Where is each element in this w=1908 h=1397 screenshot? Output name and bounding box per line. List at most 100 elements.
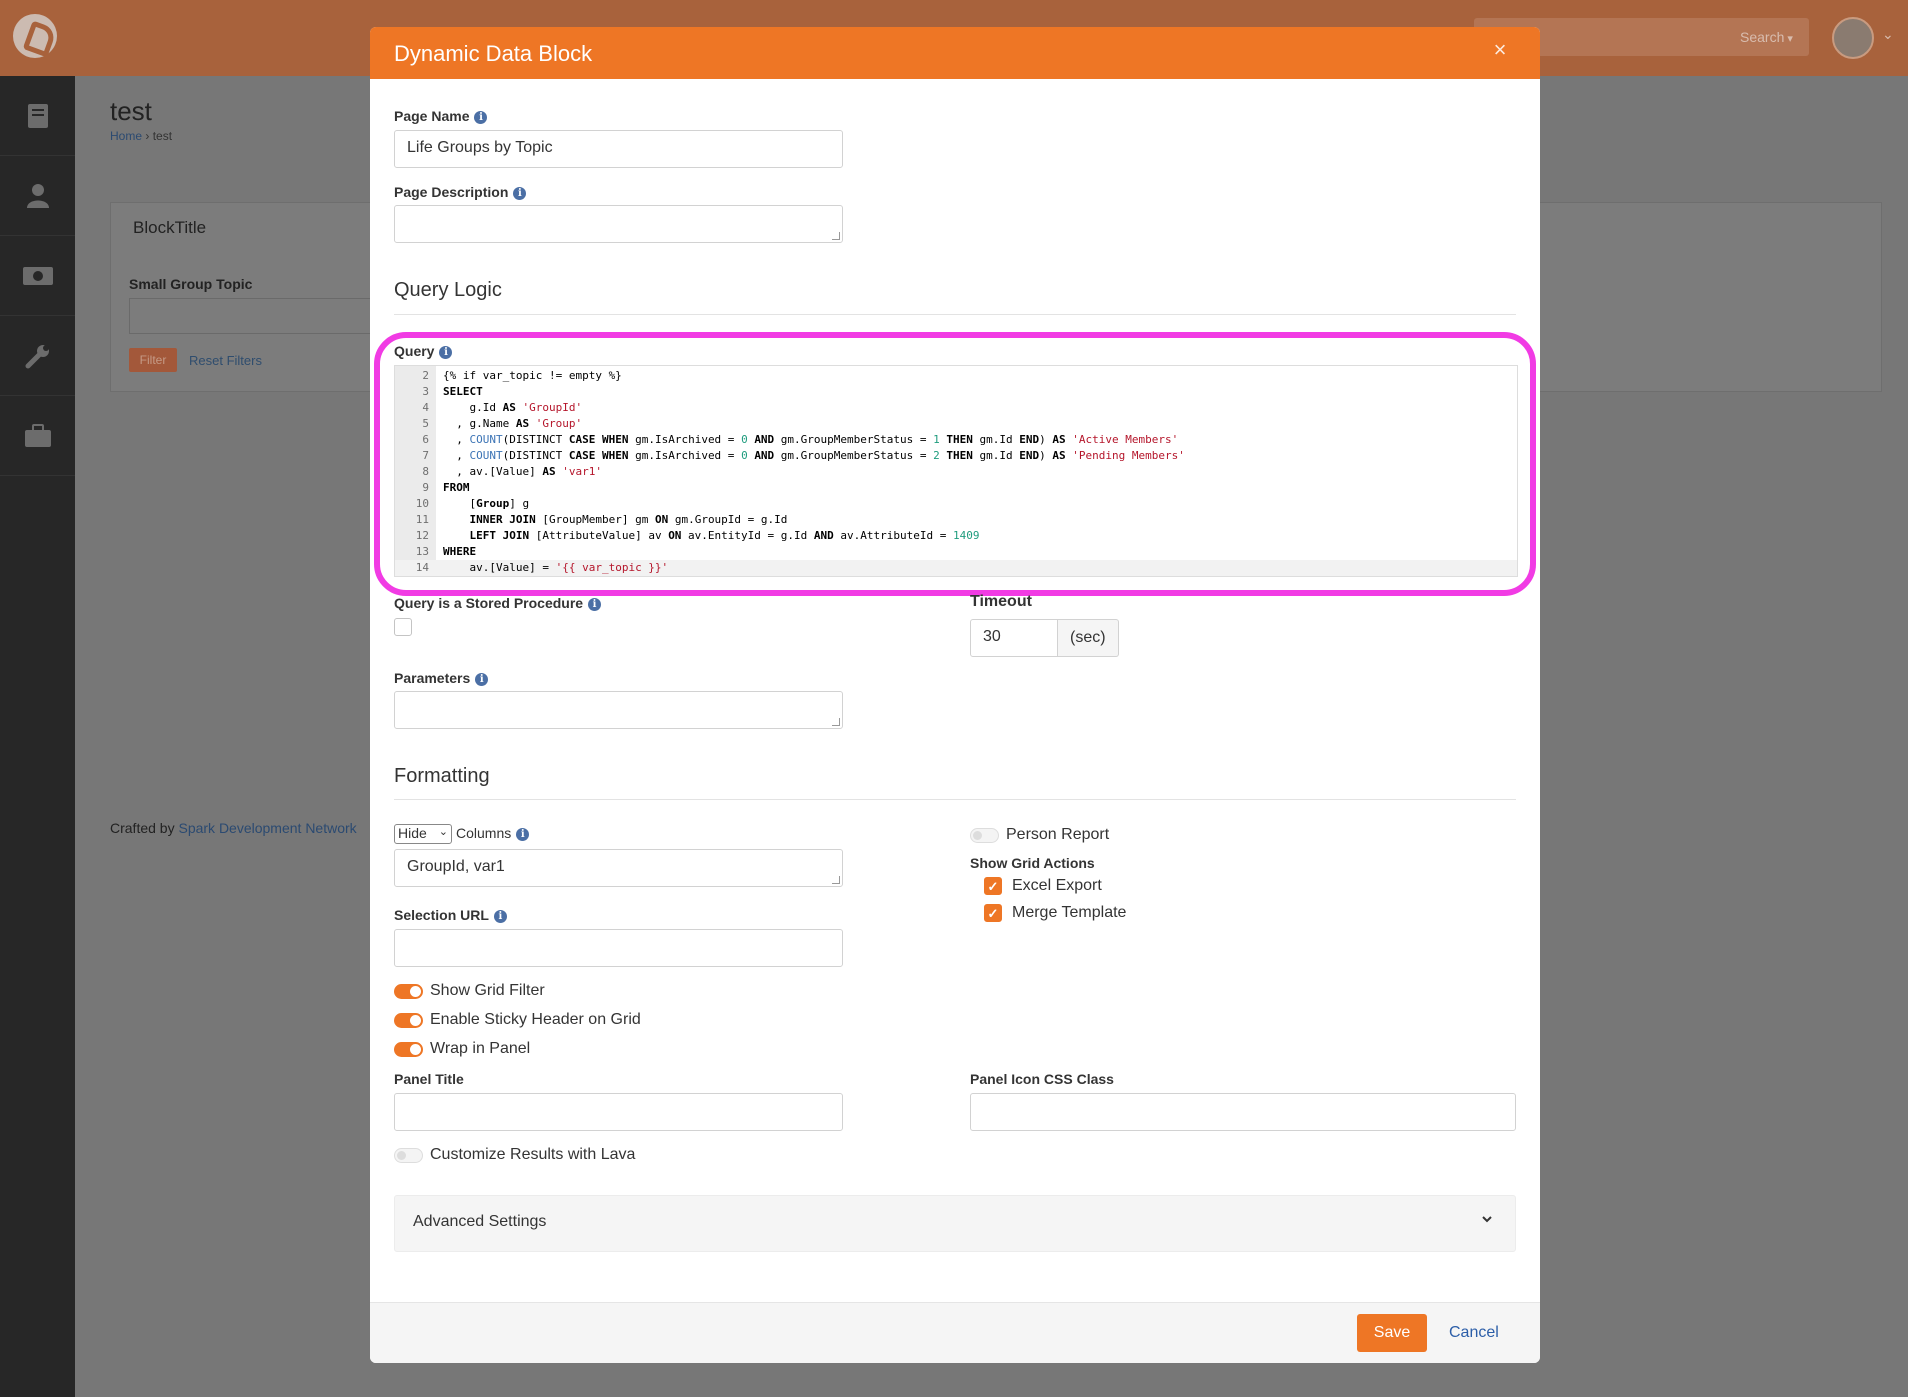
code-line[interactable]: 13 WHERE xyxy=(395,544,1517,560)
code-text[interactable]: LEFT JOIN [AttributeValue] av ON av.Enti… xyxy=(443,529,980,542)
code-text[interactable]: g.Id AS 'GroupId' xyxy=(443,401,582,414)
person-report-toggle[interactable] xyxy=(970,828,999,843)
filter-button[interactable]: Filter xyxy=(129,348,177,372)
book-icon[interactable] xyxy=(0,76,75,156)
info-icon[interactable]: i xyxy=(475,673,489,686)
divider xyxy=(394,314,1516,315)
line-number: 4 xyxy=(422,401,429,414)
show-grid-filter-toggle[interactable] xyxy=(394,984,423,999)
search-label[interactable]: Search xyxy=(1740,29,1793,45)
advanced-settings-panel[interactable]: Advanced Settings xyxy=(394,1195,1516,1252)
code-text[interactable]: av.[Value] = '{{ var_topic }}' xyxy=(443,561,668,574)
divider xyxy=(394,799,1516,800)
code-line[interactable]: 10 [Group] g xyxy=(395,496,1517,512)
wrench-icon[interactable] xyxy=(0,316,75,396)
code-line[interactable]: 11 INNER JOIN [GroupMember] gm ON gm.Gro… xyxy=(395,512,1517,528)
code-text[interactable]: SELECT xyxy=(443,385,483,398)
code-line[interactable]: 12 LEFT JOIN [AttributeValue] av ON av.E… xyxy=(395,528,1517,544)
page-title: test xyxy=(110,96,152,126)
stored-procedure-checkbox[interactable] xyxy=(394,618,412,636)
line-number: 7 xyxy=(422,449,429,462)
code-line[interactable]: 6 , COUNT(DISTINCT CASE WHEN gm.IsArchiv… xyxy=(395,432,1517,448)
merge-template-checkbox[interactable]: ✓ xyxy=(984,904,1002,922)
code-text[interactable]: {% if var_topic != empty %} xyxy=(443,369,622,382)
panel-icon-input[interactable] xyxy=(970,1093,1516,1131)
parameters-textarea[interactable] xyxy=(394,691,843,729)
code-text[interactable]: , COUNT(DISTINCT CASE WHEN gm.IsArchived… xyxy=(443,433,1178,446)
show-grid-filter-label: Show Grid Filter xyxy=(430,982,545,999)
wrap-in-panel-label: Wrap in Panel xyxy=(430,1040,531,1057)
close-icon[interactable]: × xyxy=(1490,39,1510,61)
timeout-input-group: 30 (sec) xyxy=(970,619,1119,657)
code-line[interactable]: 3 SELECT xyxy=(395,384,1517,400)
columns-textarea[interactable]: GroupId, var1 xyxy=(394,849,843,887)
formatting-heading: Formatting xyxy=(394,765,490,787)
stored-procedure-label: Query is a Stored Procedure i xyxy=(394,595,602,611)
info-icon[interactable]: i xyxy=(493,910,507,923)
person-report-label: Person Report xyxy=(1006,826,1110,843)
cancel-button[interactable]: Cancel xyxy=(1449,1324,1499,1342)
code-line[interactable]: 7 , COUNT(DISTINCT CASE WHEN gm.IsArchiv… xyxy=(395,448,1517,464)
rock-logo-icon[interactable] xyxy=(13,14,57,58)
breadcrumb-current: test xyxy=(152,129,173,143)
sticky-header-toggle[interactable] xyxy=(394,1013,423,1028)
briefcase-icon[interactable] xyxy=(0,396,75,476)
excel-export-label: Excel Export xyxy=(1012,877,1102,894)
code-line[interactable]: 5 , g.Name AS 'Group' xyxy=(395,416,1517,432)
code-text[interactable]: , av.[Value] AS 'var1' xyxy=(443,465,602,478)
breadcrumb-home[interactable]: Home xyxy=(110,129,142,143)
panel-title: BlockTitle xyxy=(133,218,207,237)
code-line[interactable]: 4 g.Id AS 'GroupId' xyxy=(395,400,1517,416)
line-number: 14 xyxy=(415,561,429,574)
code-text[interactable]: , COUNT(DISTINCT CASE WHEN gm.IsArchived… xyxy=(443,449,1185,462)
code-line[interactable]: 9 FROM xyxy=(395,480,1517,496)
code-text[interactable]: , g.Name AS 'Group' xyxy=(443,417,582,430)
code-line[interactable]: 8 , av.[Value] AS 'var1' xyxy=(395,464,1517,480)
query-code-editor[interactable]: 2 {% if var_topic != empty %} 3 SELECT 4 g.I… xyxy=(394,365,1518,577)
selection-url-label: Selection URL i xyxy=(394,907,507,923)
code-text[interactable]: WHERE xyxy=(443,545,476,558)
line-number: 13 xyxy=(415,545,429,558)
avatar[interactable] xyxy=(1832,17,1874,59)
info-icon[interactable]: i xyxy=(513,187,527,200)
info-icon[interactable]: i xyxy=(439,346,453,359)
code-text[interactable]: FROM xyxy=(443,481,470,494)
wrap-in-panel-toggle[interactable] xyxy=(394,1042,423,1057)
customize-lava-label: Customize Results with Lava xyxy=(430,1146,636,1163)
info-icon[interactable]: i xyxy=(516,828,530,841)
panel-title-label: Panel Title xyxy=(394,1071,464,1087)
columns-mode-select[interactable]: Hide ⌄ xyxy=(394,824,452,844)
filter-label: Small Group Topic xyxy=(129,276,253,292)
customize-lava-toggle[interactable] xyxy=(394,1148,423,1163)
person-icon[interactable] xyxy=(0,156,75,236)
code-text[interactable]: INNER JOIN [GroupMember] gm ON gm.GroupI… xyxy=(443,513,788,526)
modal-title: Dynamic Data Block xyxy=(394,41,593,66)
crafted-by-link[interactable]: Spark Development Network xyxy=(178,820,356,836)
line-number: 8 xyxy=(422,465,429,478)
panel-title-input[interactable] xyxy=(394,1093,843,1131)
code-line[interactable]: 2 {% if var_topic != empty %} xyxy=(395,368,1517,384)
info-icon[interactable]: i xyxy=(588,598,602,611)
page-name-input[interactable]: Life Groups by Topic xyxy=(394,130,843,168)
line-number: 5 xyxy=(422,417,429,430)
line-number: 9 xyxy=(422,481,429,494)
chevron-down-icon[interactable] xyxy=(1481,1212,1493,1230)
filter-input[interactable] xyxy=(129,298,371,334)
line-number: 11 xyxy=(415,513,429,526)
line-number: 3 xyxy=(422,385,429,398)
selection-url-input[interactable] xyxy=(394,929,843,967)
advanced-settings-label: Advanced Settings xyxy=(413,1213,547,1230)
excel-export-checkbox[interactable]: ✓ xyxy=(984,877,1002,895)
chevron-down-icon[interactable]: ⌄ xyxy=(1882,26,1894,43)
page-description-textarea[interactable] xyxy=(394,205,843,243)
code-text[interactable]: [Group] g xyxy=(443,497,529,510)
reset-filters-link[interactable]: Reset Filters xyxy=(189,353,262,368)
merge-template-label: Merge Template xyxy=(1012,904,1127,921)
code-line[interactable]: 14 av.[Value] = '{{ var_topic }}' xyxy=(395,560,1517,576)
money-icon[interactable] xyxy=(0,236,75,316)
info-icon[interactable]: i xyxy=(474,111,488,124)
breadcrumb: Home › test xyxy=(110,129,172,143)
save-button[interactable]: Save xyxy=(1357,1314,1427,1352)
timeout-input[interactable]: 30 xyxy=(970,619,1058,657)
line-number: 10 xyxy=(415,497,429,510)
